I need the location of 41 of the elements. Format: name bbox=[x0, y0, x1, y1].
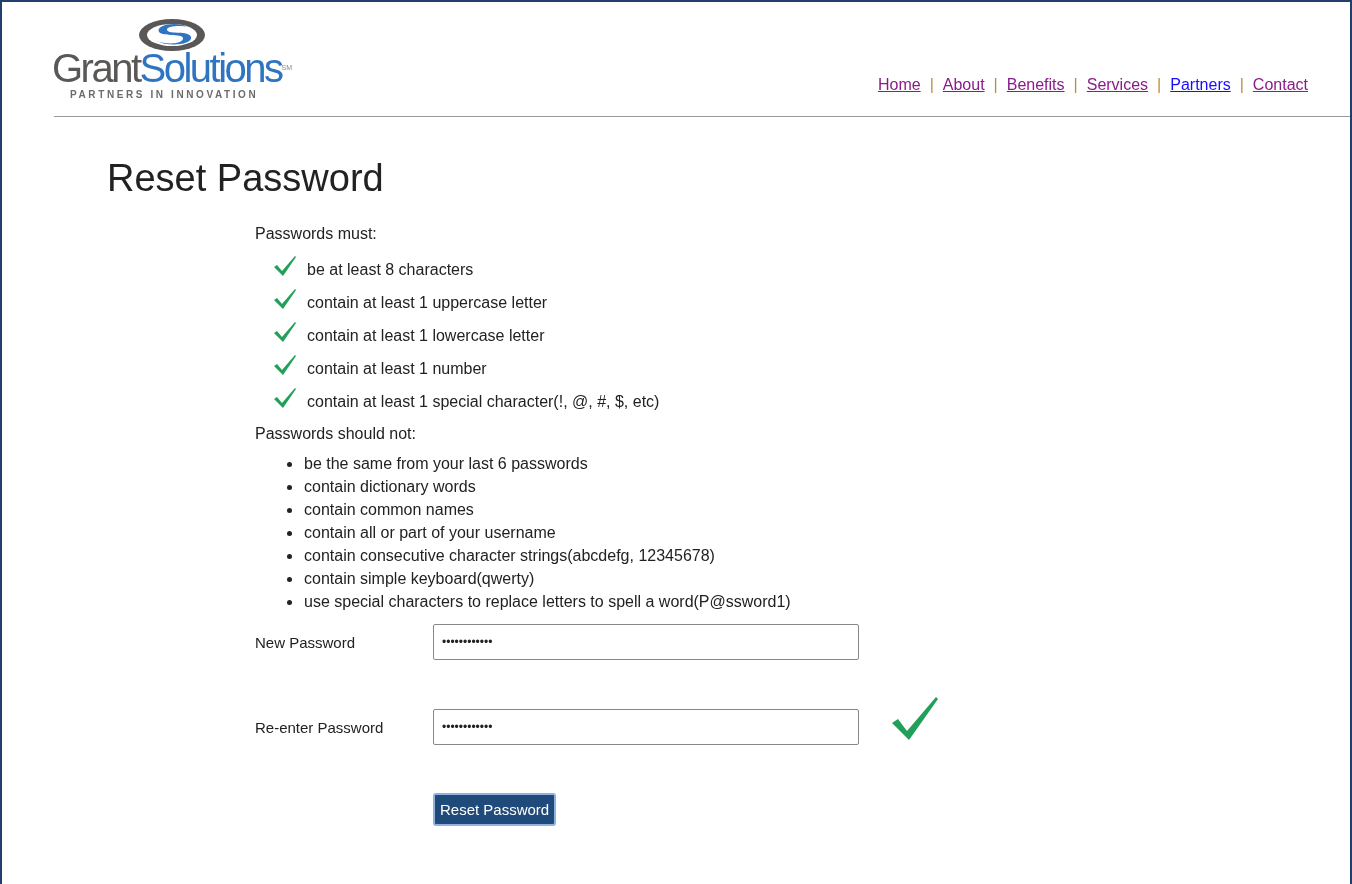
field-label: New Password bbox=[255, 633, 357, 651]
rule-text: use special characters to replace letters to spell a word(P@ssword1) bbox=[304, 593, 791, 611]
bullet-icon bbox=[287, 484, 292, 490]
nav-link[interactable]: Partners bbox=[1170, 76, 1231, 94]
requirement-text: contain at least 1 lowercase letter bbox=[307, 327, 545, 345]
logo-swirl-icon bbox=[137, 17, 207, 53]
bullet-icon bbox=[287, 507, 292, 513]
bullet-icon bbox=[287, 461, 292, 467]
nav-separator: | bbox=[929, 76, 934, 94]
nav-separator: | bbox=[1073, 76, 1078, 94]
rule-text: contain consecutive character strings(abcdefg, 12345678) bbox=[304, 547, 715, 565]
nav-link[interactable]: About bbox=[942, 76, 985, 94]
logo-tagline: PARTNERS IN INNOVATION bbox=[70, 89, 259, 100]
nav-link[interactable]: Contact bbox=[1252, 76, 1308, 94]
requirement-text: contain at least 1 uppercase letter bbox=[307, 294, 548, 312]
bullet-icon bbox=[287, 576, 292, 582]
bullet-icon bbox=[287, 599, 292, 605]
nav-separator: | bbox=[993, 76, 998, 94]
nav-separator: | bbox=[1157, 76, 1162, 94]
logo-wordmark: GrantSolutions$^{SM}$ bbox=[52, 47, 293, 89]
bullet-icon bbox=[287, 553, 292, 559]
rule-text: contain simple keyboard(qwerty) bbox=[304, 570, 535, 588]
section-heading: Passwords should not: bbox=[255, 425, 417, 443]
rule-text: be the same from your last 6 passwords bbox=[304, 455, 588, 473]
nav-link[interactable]: Home bbox=[877, 76, 921, 94]
nav-link[interactable]: Services bbox=[1086, 76, 1149, 94]
requirement-text: be at least 8 characters bbox=[307, 261, 474, 279]
password-field[interactable]: •••••••••••• bbox=[433, 709, 859, 745]
nav-link[interactable]: Benefits bbox=[1006, 76, 1065, 94]
nav-separator: | bbox=[1239, 76, 1244, 94]
reset-password-button[interactable]: Reset Password bbox=[433, 793, 557, 826]
requirement-text: contain at least 1 number bbox=[307, 360, 487, 378]
field-label: Re-enter Password bbox=[255, 718, 385, 736]
rule-text: contain common names bbox=[304, 501, 474, 519]
rule-text: contain all or part of your username bbox=[304, 524, 556, 542]
bullet-icon bbox=[287, 530, 292, 536]
page-title: Reset Password bbox=[107, 157, 385, 200]
requirement-text: contain at least 1 special character(!, @, #, $, etc) bbox=[307, 393, 660, 411]
rule-text: contain dictionary words bbox=[304, 478, 476, 496]
password-field[interactable]: •••••••••••• bbox=[433, 624, 859, 660]
section-heading: Passwords must: bbox=[255, 225, 378, 243]
